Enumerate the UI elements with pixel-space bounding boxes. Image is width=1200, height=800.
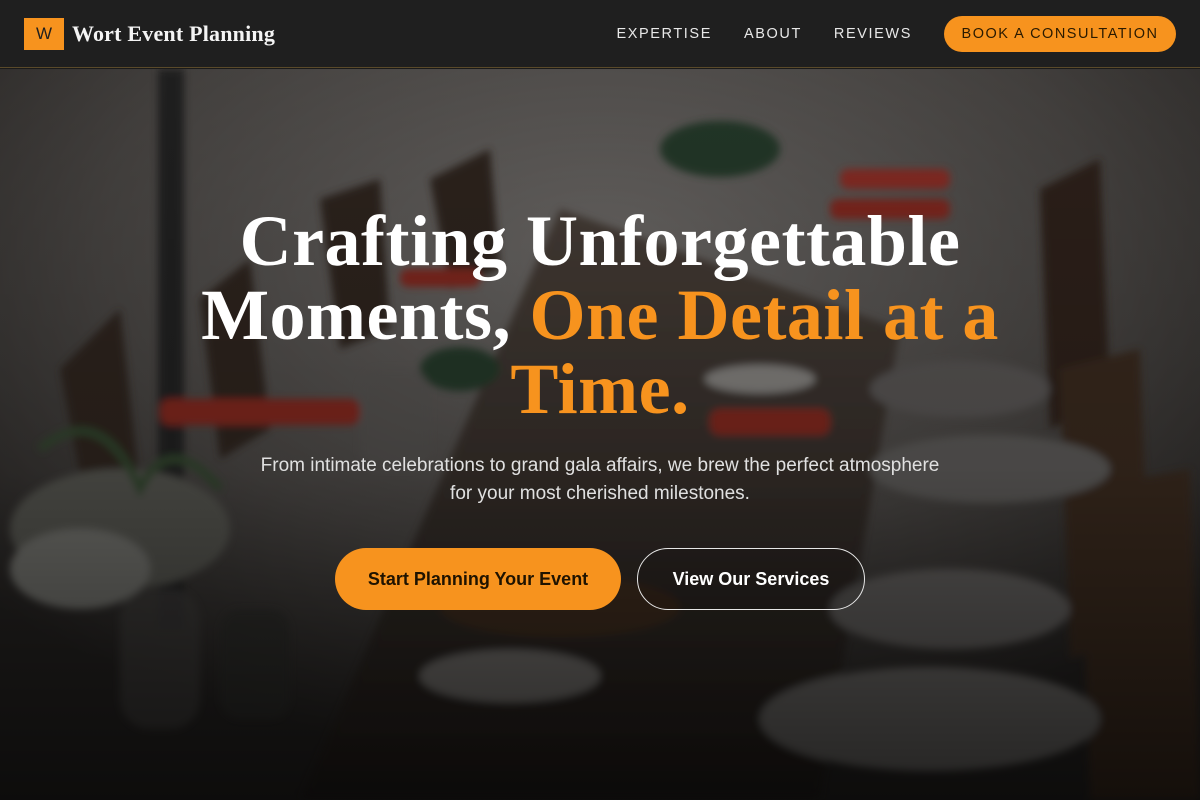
nav-link-reviews[interactable]: REVIEWS (834, 26, 912, 42)
top-navbar: W Wort Event Planning EXPERTISE ABOUT RE… (0, 0, 1200, 68)
headline-accent: One Detail at a Time. (510, 275, 999, 429)
hero-section: Crafting Unforgettable Moments, One Deta… (0, 69, 1200, 800)
brand[interactable]: W Wort Event Planning (24, 17, 276, 50)
view-services-button[interactable]: View Our Services (637, 548, 865, 610)
brand-name: Wort Event Planning (72, 20, 276, 46)
hero-headline: Crafting Unforgettable Moments, One Deta… (150, 204, 1050, 426)
nav-menu: EXPERTISE ABOUT REVIEWS BOOK A CONSULTAT… (616, 15, 1176, 52)
hero-cta-row: Start Planning Your Event View Our Servi… (335, 548, 865, 610)
hero-subtext: From intimate celebrations to grand gala… (260, 455, 940, 504)
hero-content: Crafting Unforgettable Moments, One Deta… (0, 69, 1200, 800)
book-consultation-button[interactable]: BOOK A CONSULTATION (944, 15, 1176, 52)
nav-link-expertise[interactable]: EXPERTISE (616, 26, 712, 42)
logo-icon: W (24, 17, 64, 50)
nav-link-about[interactable]: ABOUT (744, 26, 802, 42)
start-planning-button[interactable]: Start Planning Your Event (335, 548, 621, 610)
